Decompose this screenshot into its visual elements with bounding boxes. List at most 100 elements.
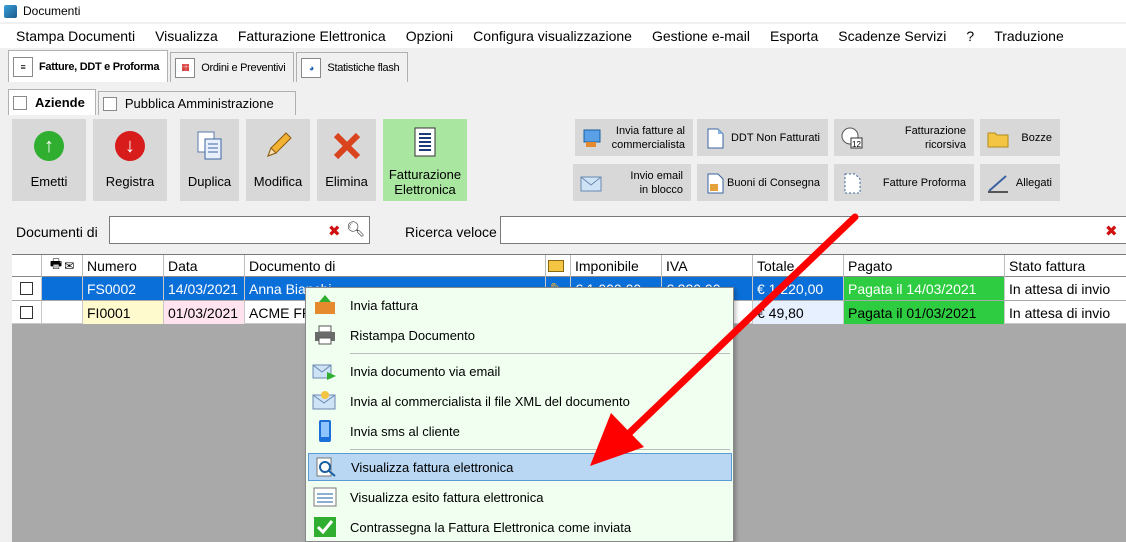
email-send-icon — [312, 359, 338, 383]
fatturazione-elettronica-button[interactable]: Fatturazione Elettronica — [383, 119, 467, 201]
context-menu: Invia fattura Ristampa Documento Invia d… — [305, 287, 734, 542]
ddt-non-fatturati-button[interactable]: DDT Non Fatturati — [697, 119, 828, 156]
bozze-button[interactable]: Bozze — [980, 119, 1060, 156]
documenti-di-label: Documenti di — [16, 224, 98, 240]
menu-visualizza[interactable]: Visualizza — [145, 28, 228, 44]
menu-item-visualizza-esito[interactable]: Visualizza esito fattura elettronica — [308, 483, 732, 511]
printer-icon — [312, 323, 338, 347]
cell-data: 01/03/2021 — [164, 301, 245, 324]
emetti-button[interactable]: ↑ Emetti — [12, 119, 86, 201]
delivery-note-icon — [703, 171, 727, 195]
row-checkbox-cell — [12, 277, 42, 300]
tab-aziende[interactable]: Aziende — [8, 89, 96, 115]
buoni-consegna-button[interactable]: Buoni di Consegna — [697, 164, 828, 201]
document-icon: ≡ — [13, 56, 33, 77]
menu-item-invia-commercialista-xml[interactable]: Invia al commercialista il file XML del … — [308, 387, 732, 415]
modifica-button[interactable]: Modifica — [246, 119, 310, 201]
print-mail-header: 🖶 ✉ — [42, 255, 83, 277]
registra-button[interactable]: ↓ Registra — [93, 119, 167, 201]
menu-scadenze-servizi[interactable]: Scadenze Servizi — [828, 28, 956, 44]
clear-x-icon[interactable]: ✖ — [1105, 222, 1118, 240]
cell-data: 14/03/2021 — [164, 277, 245, 300]
menu-item-contrassegna-inviata[interactable]: Contrassegna la Fattura Elettronica come… — [308, 513, 732, 541]
company-icon — [13, 95, 27, 110]
menu-esporta[interactable]: Esporta — [760, 28, 828, 44]
cell-stato-fattura: In attesa di invio — [1009, 304, 1111, 321]
print-mail-cell — [42, 277, 83, 300]
header-pagato[interactable]: Pagato — [844, 255, 1005, 277]
notes-header — [546, 255, 571, 277]
search-icon[interactable]: 🔍︎ — [346, 220, 365, 238]
header-imponibile[interactable]: Imponibile — [571, 255, 662, 277]
menu-stampa-documenti[interactable]: Stampa Documenti — [6, 28, 145, 44]
tab-ordini-preventivi[interactable]: ▦ Ordini e Preventivi — [170, 52, 295, 82]
menu-item-invia-fattura[interactable]: Invia fattura — [308, 291, 732, 319]
duplica-button[interactable]: Duplica — [180, 119, 239, 201]
mail-bulk-icon — [579, 171, 603, 195]
header-documento-di[interactable]: Documento di — [245, 255, 546, 277]
table-header: 🖶 ✉ Numero Data Documento di Imponibile … — [12, 255, 1126, 277]
tab-statistiche-flash[interactable]: ◕ Statistiche flash — [296, 52, 409, 82]
allegati-button[interactable]: Allegati — [980, 164, 1060, 201]
header-numero[interactable]: Numero — [83, 255, 164, 277]
menu-opzioni[interactable]: Opzioni — [396, 28, 463, 44]
documenti-di-input[interactable]: ✖ 🔍︎ — [109, 216, 370, 244]
cell-stato-fattura: In attesa di invio — [1005, 277, 1126, 300]
cell-totale: € 1.220,00 — [753, 277, 844, 300]
electronic-invoice-icon — [408, 125, 442, 159]
send-invoice-icon — [312, 293, 338, 317]
print-mail-cell — [42, 301, 83, 324]
search-row: Documenti di ✖ 🔍︎ Ricerca veloce ✖ — [0, 216, 1126, 246]
cell-numero: FS0002 — [83, 277, 164, 300]
header-iva[interactable]: IVA — [662, 255, 753, 277]
send-to-accountant-icon — [581, 126, 605, 150]
clear-x-icon[interactable]: ✖ — [328, 222, 341, 240]
svg-text:12: 12 — [852, 140, 861, 149]
email-accountant-icon — [312, 389, 338, 413]
government-icon — [102, 96, 117, 111]
delete-x-icon — [330, 129, 364, 163]
sub-tabs: Aziende Pubblica Amministrazione — [8, 89, 298, 115]
menu-item-ristampa-documento[interactable]: Ristampa Documento — [308, 321, 732, 349]
select-column-header — [12, 255, 42, 277]
attachment-icon — [986, 171, 1010, 195]
ricerca-veloce-input[interactable]: ✖ — [500, 216, 1126, 244]
menu-item-visualizza-fattura-elettronica[interactable]: Visualizza fattura elettronica — [308, 453, 732, 481]
elimina-button[interactable]: Elimina — [317, 119, 376, 201]
top-tabs: ≡ Fatture, DDT e Proforma ▦ Ordini e Pre… — [0, 50, 410, 82]
cell-numero: FI0001 — [83, 301, 164, 324]
menu-separator — [350, 449, 730, 450]
header-stato-fattura[interactable]: Stato fattura — [1005, 255, 1126, 277]
fatture-proforma-button[interactable]: Fatture Proforma — [834, 164, 974, 201]
phone-icon — [312, 419, 338, 443]
folder-icon — [986, 126, 1010, 150]
menu-configura-visualizzazione[interactable]: Configura visualizzazione — [463, 28, 642, 44]
notes-icon — [548, 260, 564, 272]
fatturazione-ricorsiva-button[interactable]: 12 Fatturazione ricorsiva — [834, 119, 974, 156]
menu-fatturazione-elettronica[interactable]: Fatturazione Elettronica — [228, 28, 396, 44]
title-bar: Documenti — [0, 0, 1126, 22]
mail-icon: ✉ — [64, 259, 75, 273]
document-result-icon — [312, 485, 338, 509]
arrow-down-icon: ↓ — [113, 129, 147, 163]
tab-pubblica-amministrazione[interactable]: Pubblica Amministrazione — [97, 91, 296, 115]
ddt-document-icon — [703, 126, 727, 150]
menu-gestione-email[interactable]: Gestione e-mail — [642, 28, 760, 44]
menu-item-invia-sms[interactable]: Invia sms al cliente — [308, 417, 732, 445]
header-totale[interactable]: Totale — [753, 255, 844, 277]
menu-item-invia-documento-email[interactable]: Invia documento via email — [308, 357, 732, 385]
invio-email-blocco-button[interactable]: Invio email in blocco — [573, 164, 691, 201]
row-checkbox[interactable] — [20, 282, 33, 295]
row-checkbox-cell — [12, 301, 42, 324]
row-checkbox[interactable] — [20, 306, 33, 319]
app-icon — [4, 4, 17, 18]
tab-fatture-ddt-proforma[interactable]: ≡ Fatture, DDT e Proforma — [8, 50, 169, 82]
calendar-recurring-icon: 12 — [840, 126, 864, 150]
menu-help[interactable]: ? — [956, 28, 984, 44]
menu-bar: Stampa Documenti Visualizza Fatturazione… — [0, 24, 1126, 48]
menu-traduzione[interactable]: Traduzione — [984, 28, 1074, 44]
window-title: Documenti — [23, 4, 81, 18]
invia-fatture-commercialista-button[interactable]: Invia fatture al commercialista — [575, 119, 693, 156]
order-icon: ▦ — [175, 57, 196, 78]
header-data[interactable]: Data — [164, 255, 245, 277]
